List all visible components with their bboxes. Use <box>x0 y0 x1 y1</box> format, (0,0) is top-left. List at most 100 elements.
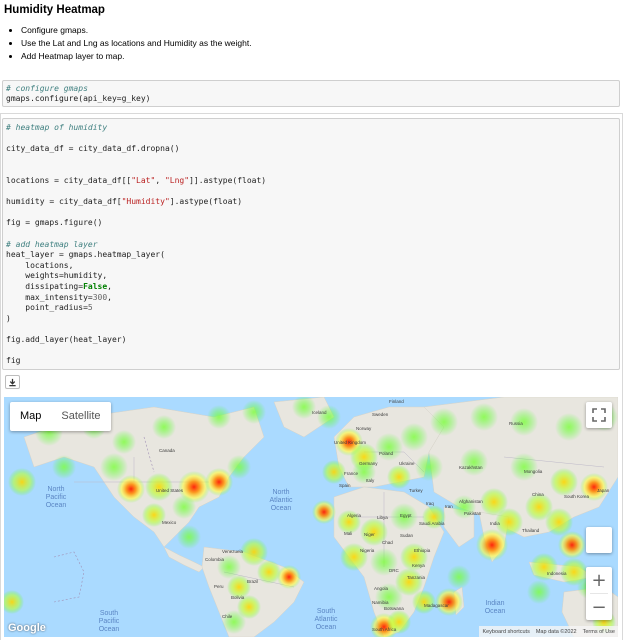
label-madagascar: Madagascar <box>424 603 449 608</box>
label-kazakhstan: Kazakhstan <box>459 465 483 470</box>
ocean-label-north-pacific: North Pacific Ocean <box>46 486 67 509</box>
label-south-korea: South Korea <box>564 494 590 499</box>
code-line: dissipating= <box>6 281 84 291</box>
bullet-item: Configure gmaps. <box>21 24 616 37</box>
label-niger: Niger <box>364 532 375 537</box>
code-cell-configure[interactable]: # configure gmaps gmaps.configure(api_ke… <box>2 80 620 107</box>
label-chad: Chad <box>382 540 393 545</box>
download-button[interactable] <box>5 375 20 389</box>
label-india: India <box>490 521 500 526</box>
label-sudan: Sudan <box>400 533 414 538</box>
ocean-label-north-atlantic: North Atlantic Ocean <box>270 489 293 512</box>
google-logo: Google <box>8 622 46 634</box>
code-string: "Lng" <box>164 175 190 185</box>
code-line: locations = city_data_df[[ <box>6 175 132 185</box>
map-data-text: Map data ©2022 <box>535 628 577 635</box>
label-peru: Peru <box>214 584 224 589</box>
label-turkey: Turkey <box>409 488 423 493</box>
zoom-in-button[interactable]: + <box>586 567 612 593</box>
code-comment: # heatmap of humidity <box>6 123 108 132</box>
label-afghanistan: Afghanistan <box>459 499 483 504</box>
fullscreen-icon <box>592 408 606 422</box>
label-china: China <box>532 492 544 497</box>
zoom-control[interactable]: + − <box>586 567 612 620</box>
label-mongolia: Mongolia <box>524 469 543 474</box>
bullet-item: Use the Lat and Lng as locations and Hum… <box>21 37 616 50</box>
code-line: ) <box>6 313 11 323</box>
download-icon <box>9 378 16 386</box>
label-saudi: Saudi Arabia <box>419 521 445 526</box>
keyboard-shortcuts-link[interactable]: Keyboard shortcuts <box>482 629 529 635</box>
code-line: max_intensity= <box>6 292 93 302</box>
ocean-label-south-atlantic: South Atlantic Ocean <box>315 608 338 631</box>
code-keyword: False <box>83 281 108 291</box>
label-iceland: Iceland <box>312 410 327 415</box>
label-iran: Iran <box>445 504 453 509</box>
code-line: heat_layer = gmaps.heatmap_layer( <box>6 250 165 260</box>
code-comment: # configure gmaps <box>6 84 88 93</box>
code-cell-heatmap[interactable]: # heatmap of humidity city_data_df = cit… <box>2 118 620 370</box>
label-botswana: Botswana <box>384 606 404 611</box>
label-indonesia: Indonesia <box>547 571 567 576</box>
label-namibia: Namibia <box>372 600 389 605</box>
label-brazil: Brazil <box>247 579 258 584</box>
label-pakistan: Pakistan <box>464 511 482 516</box>
heatmap-map[interactable]: Finland Sweden Norway Iceland Russia Uni… <box>4 397 618 637</box>
code-line: ]].astype(float) <box>189 175 267 185</box>
label-italy: Italy <box>366 478 375 483</box>
code-number: 300 <box>92 292 108 302</box>
markdown-cell: Humidity Heatmap Configure gmaps. Use th… <box>4 0 616 63</box>
code-string: "Humidity" <box>121 197 170 207</box>
code-line: weights=humidity, <box>6 271 108 281</box>
label-algeria: Algeria <box>347 513 362 518</box>
terms-link[interactable]: Terms of Use <box>583 629 615 635</box>
label-germany: Germany <box>359 461 378 466</box>
label-poland: Poland <box>379 451 394 456</box>
heading: Humidity Heatmap <box>4 4 105 16</box>
label-mexico: Mexico <box>162 520 177 525</box>
label-finland: Finland <box>389 399 404 404</box>
label-iraq: Iraq <box>426 501 434 506</box>
label-france: France <box>344 471 359 476</box>
code-line: city_data_df = city_data_df.dropna() <box>6 144 180 154</box>
code-line: gmaps.configure(api_key=g_key) <box>6 94 151 103</box>
code-line: fig = gmaps.figure() <box>6 218 103 228</box>
map-type-map-button[interactable]: Map <box>10 402 51 431</box>
code-line: fig.add_layer(heat_layer) <box>6 334 127 344</box>
code-punct: , <box>107 281 112 291</box>
label-venezuela: Venezuela <box>222 549 244 554</box>
label-kenya: Kenya <box>412 563 425 568</box>
label-sweden: Sweden <box>372 412 389 417</box>
label-libya: Libya <box>377 515 388 520</box>
fullscreen-button[interactable] <box>586 402 612 428</box>
label-spain: Spain <box>339 483 351 488</box>
ocean-label-indian: Indian Ocean <box>485 600 506 615</box>
label-norway: Norway <box>356 426 372 431</box>
label-thailand: Thailand <box>522 528 540 533</box>
ocean-label-south-pacific: South Pacific Ocean <box>99 610 120 633</box>
label-drc: DRC <box>389 568 399 573</box>
code-line: humidity = city_data_df[ <box>6 197 122 207</box>
zoom-out-button[interactable]: − <box>586 594 612 620</box>
code-punct: , <box>155 175 165 185</box>
label-colombia: Colombia <box>205 557 225 562</box>
label-bolivia: Bolivia <box>231 595 245 600</box>
map-canvas[interactable]: Finland Sweden Norway Iceland Russia Uni… <box>4 397 618 637</box>
label-russia: Russia <box>509 421 523 426</box>
label-chile: Chile <box>222 614 233 619</box>
map-type-satellite-button[interactable]: Satellite <box>51 402 110 431</box>
code-line: locations, <box>6 260 74 270</box>
label-nigeria: Nigeria <box>360 548 375 553</box>
map-attribution: Keyboard shortcuts Map data ©2022 Terms … <box>479 626 618 637</box>
bullet-list: Configure gmaps. Use the Lat and Lng as … <box>4 24 616 63</box>
code-string: "Lat" <box>131 175 156 185</box>
street-view-button[interactable] <box>586 527 612 553</box>
map-type-control[interactable]: Map Satellite <box>10 402 111 431</box>
label-egypt: Egypt <box>400 513 412 518</box>
code-number: 5 <box>87 303 93 313</box>
label-angola: Angola <box>374 586 389 591</box>
bullet-item: Add Heatmap layer to map. <box>21 50 616 63</box>
label-south-africa: South Africa <box>372 627 397 632</box>
code-line: fig <box>6 356 21 366</box>
label-mali: Mali <box>344 531 352 536</box>
